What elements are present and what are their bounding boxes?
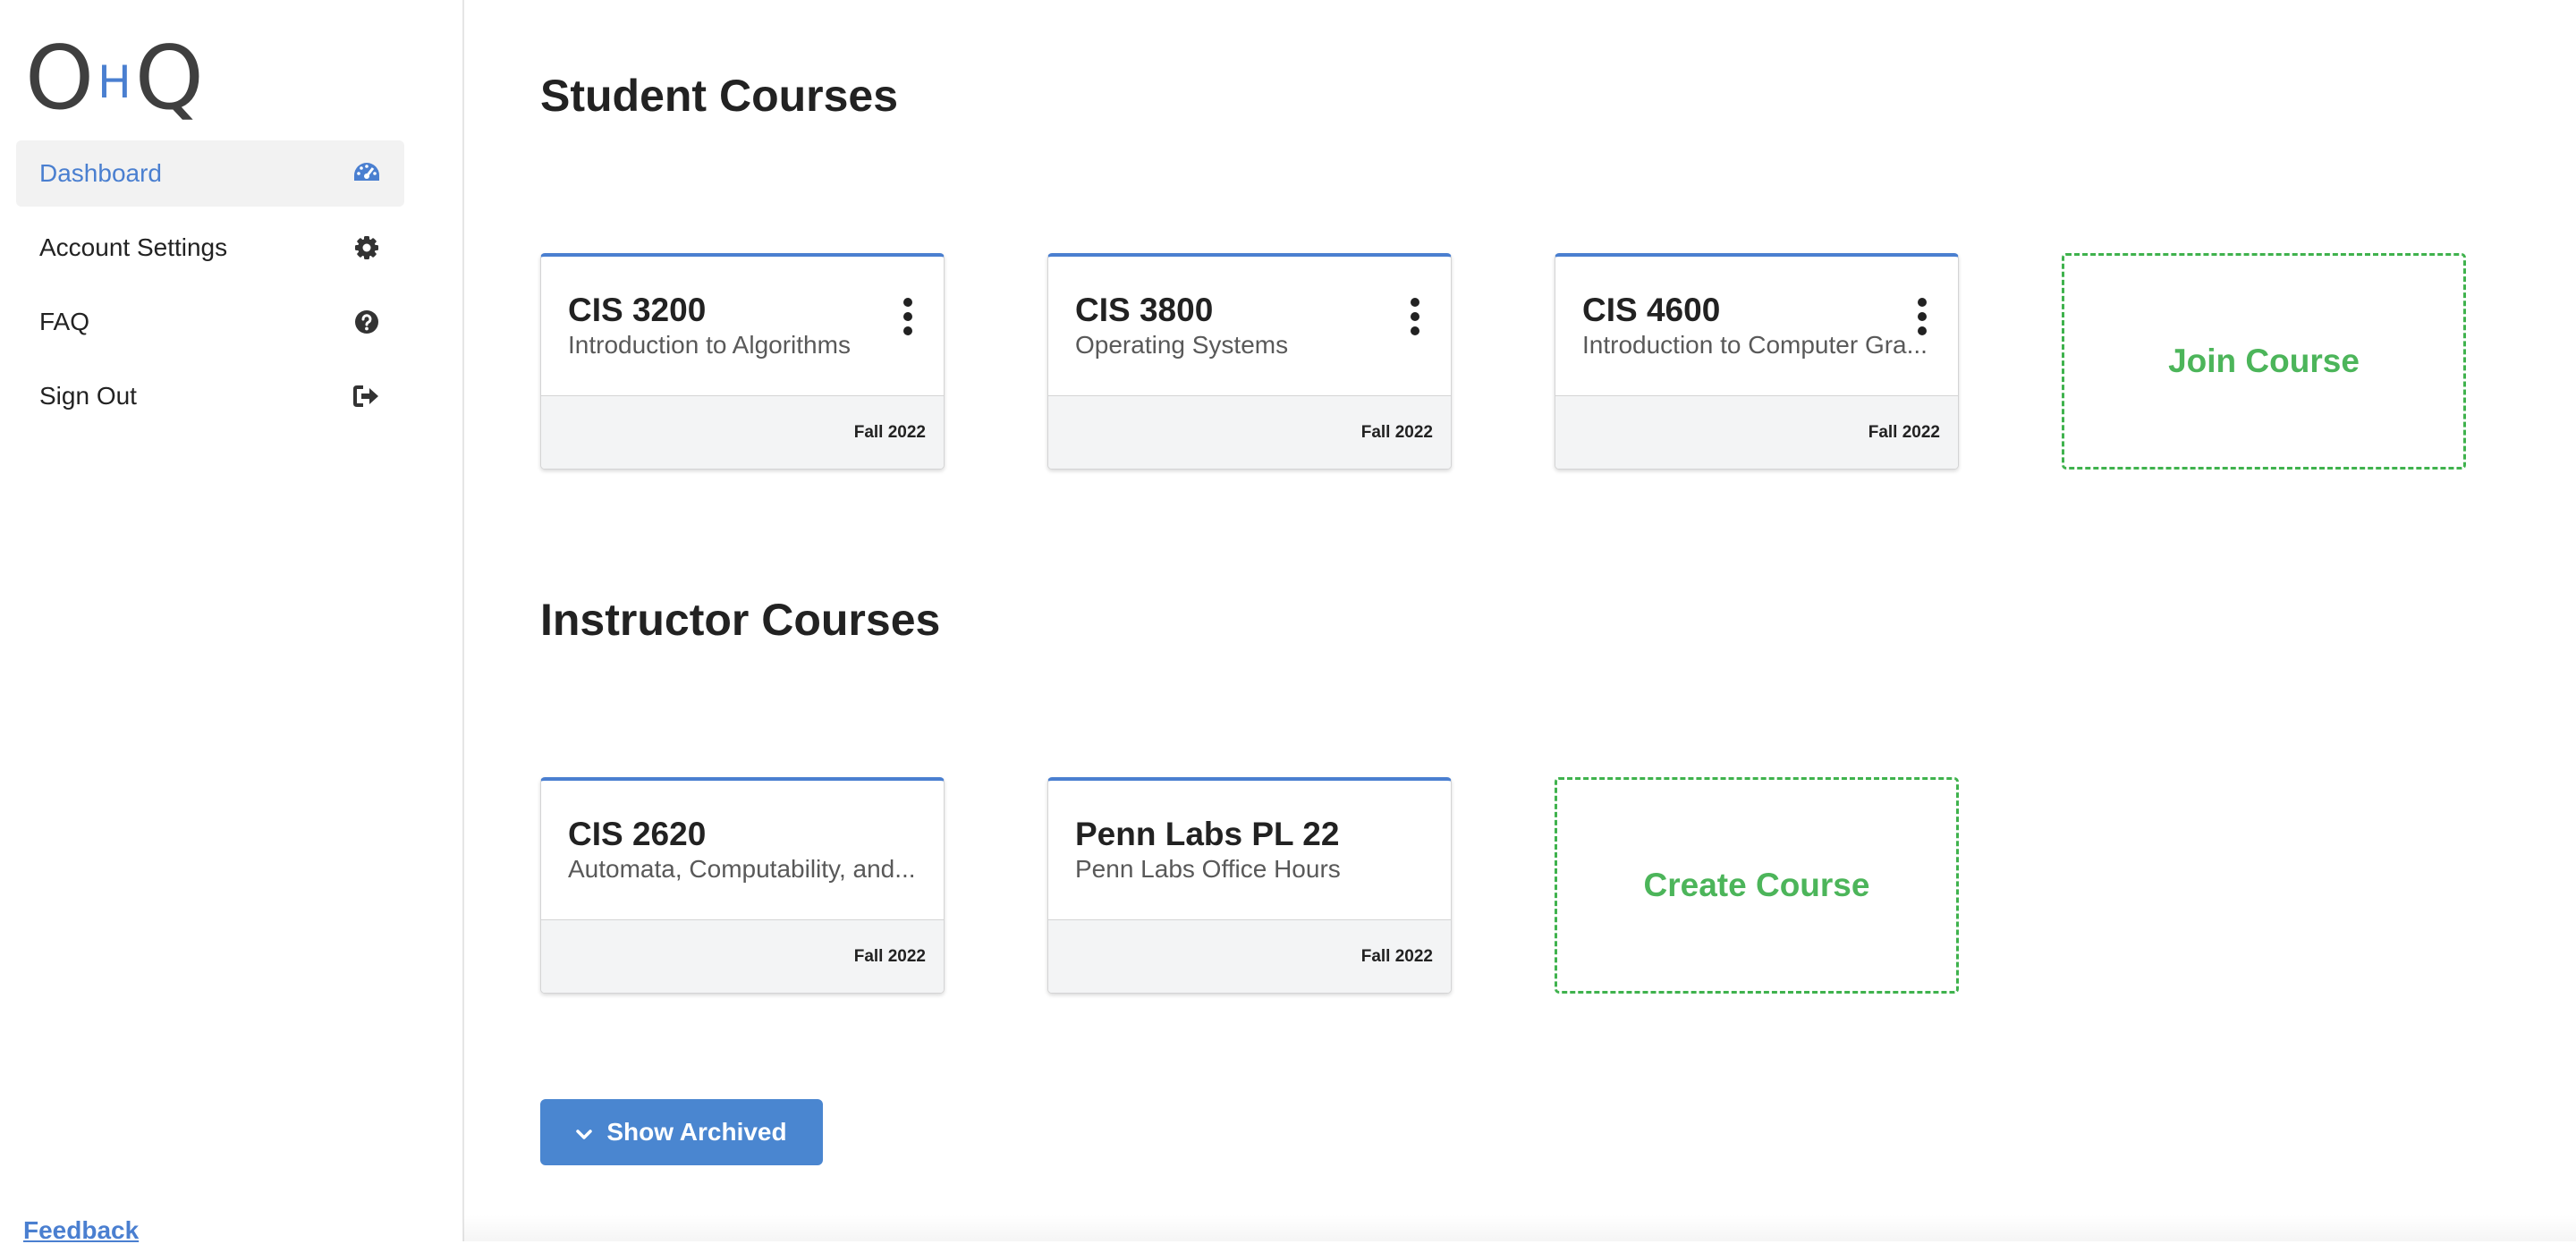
course-term: Fall 2022 (1048, 395, 1451, 469)
course-code: CIS 3800 (1075, 292, 1214, 328)
more-options-icon[interactable] (899, 297, 917, 336)
create-course-button[interactable]: Create Course (1555, 777, 1959, 994)
more-options-icon[interactable] (1913, 297, 1931, 336)
more-options-icon[interactable] (1406, 297, 1424, 336)
logo-letter-h: H (97, 56, 131, 108)
course-card-body: CIS 2620 Automata, Computability, and... (541, 781, 944, 919)
course-term: Fall 2022 (541, 919, 944, 993)
course-name: Automata, Computability, and... (568, 855, 916, 883)
course-card-body: CIS 3800 Operating Systems (1048, 257, 1451, 395)
show-archived-button[interactable]: Show Archived (540, 1099, 823, 1165)
course-card-body: CIS 3200 Introduction to Algorithms (541, 257, 944, 395)
sidebar-item-label: Dashboard (39, 159, 162, 187)
course-card-body: Penn Labs PL 22 Penn Labs Office Hours (1048, 781, 1451, 919)
course-code: Penn Labs PL 22 (1075, 816, 1340, 852)
sign-out-icon (352, 382, 381, 410)
sidebar-item-label: FAQ (39, 308, 90, 335)
course-code: CIS 3200 (568, 292, 707, 328)
course-name: Introduction to Algorithms (568, 331, 851, 359)
course-code: CIS 4600 (1582, 292, 1721, 328)
question-circle-icon (352, 308, 381, 336)
sidebar: O H Q Dashboard Account Settings FAQ Sig… (0, 0, 464, 1243)
logo-letter-q: Q (134, 28, 204, 130)
sidebar-item-dashboard[interactable]: Dashboard (16, 140, 404, 207)
ohq-logo[interactable]: O H Q (25, 34, 204, 123)
course-card[interactable]: Penn Labs PL 22 Penn Labs Office Hours F… (1047, 777, 1452, 994)
course-code: CIS 2620 (568, 816, 707, 852)
chevron-down-icon (576, 1118, 593, 1147)
course-card[interactable]: CIS 3200 Introduction to Algorithms Fall… (540, 253, 945, 470)
feedback-link[interactable]: Feedback (23, 1218, 139, 1243)
course-card-body: CIS 4600 Introduction to Computer Gra... (1555, 257, 1958, 395)
dashboard-gauge-icon (352, 159, 381, 188)
join-course-button[interactable]: Join Course (2062, 253, 2466, 470)
bottom-shadow (463, 1214, 2576, 1241)
course-card[interactable]: CIS 2620 Automata, Computability, and...… (540, 777, 945, 994)
course-name: Penn Labs Office Hours (1075, 855, 1341, 883)
sidebar-item-sign-out[interactable]: Sign Out (16, 363, 404, 429)
student-courses-title: Student Courses (540, 71, 899, 121)
course-term: Fall 2022 (1555, 395, 1958, 469)
course-card[interactable]: CIS 3800 Operating Systems Fall 2022 (1047, 253, 1452, 470)
show-archived-label: Show Archived (606, 1118, 787, 1146)
sidebar-item-label: Sign Out (39, 382, 137, 410)
instructor-courses-title: Instructor Courses (540, 595, 941, 645)
gear-icon (352, 233, 381, 262)
course-term: Fall 2022 (1048, 919, 1451, 993)
sidebar-item-label: Account Settings (39, 233, 228, 261)
sidebar-item-faq[interactable]: FAQ (16, 289, 404, 355)
course-term: Fall 2022 (541, 395, 944, 469)
sidebar-menu: Dashboard Account Settings FAQ Sign Out (16, 140, 404, 437)
course-card[interactable]: CIS 4600 Introduction to Computer Gra...… (1555, 253, 1959, 470)
sidebar-item-account-settings[interactable]: Account Settings (16, 215, 404, 281)
logo-letter-o: O (25, 28, 95, 130)
course-name: Introduction to Computer Gra... (1582, 331, 1928, 359)
course-name: Operating Systems (1075, 331, 1289, 359)
